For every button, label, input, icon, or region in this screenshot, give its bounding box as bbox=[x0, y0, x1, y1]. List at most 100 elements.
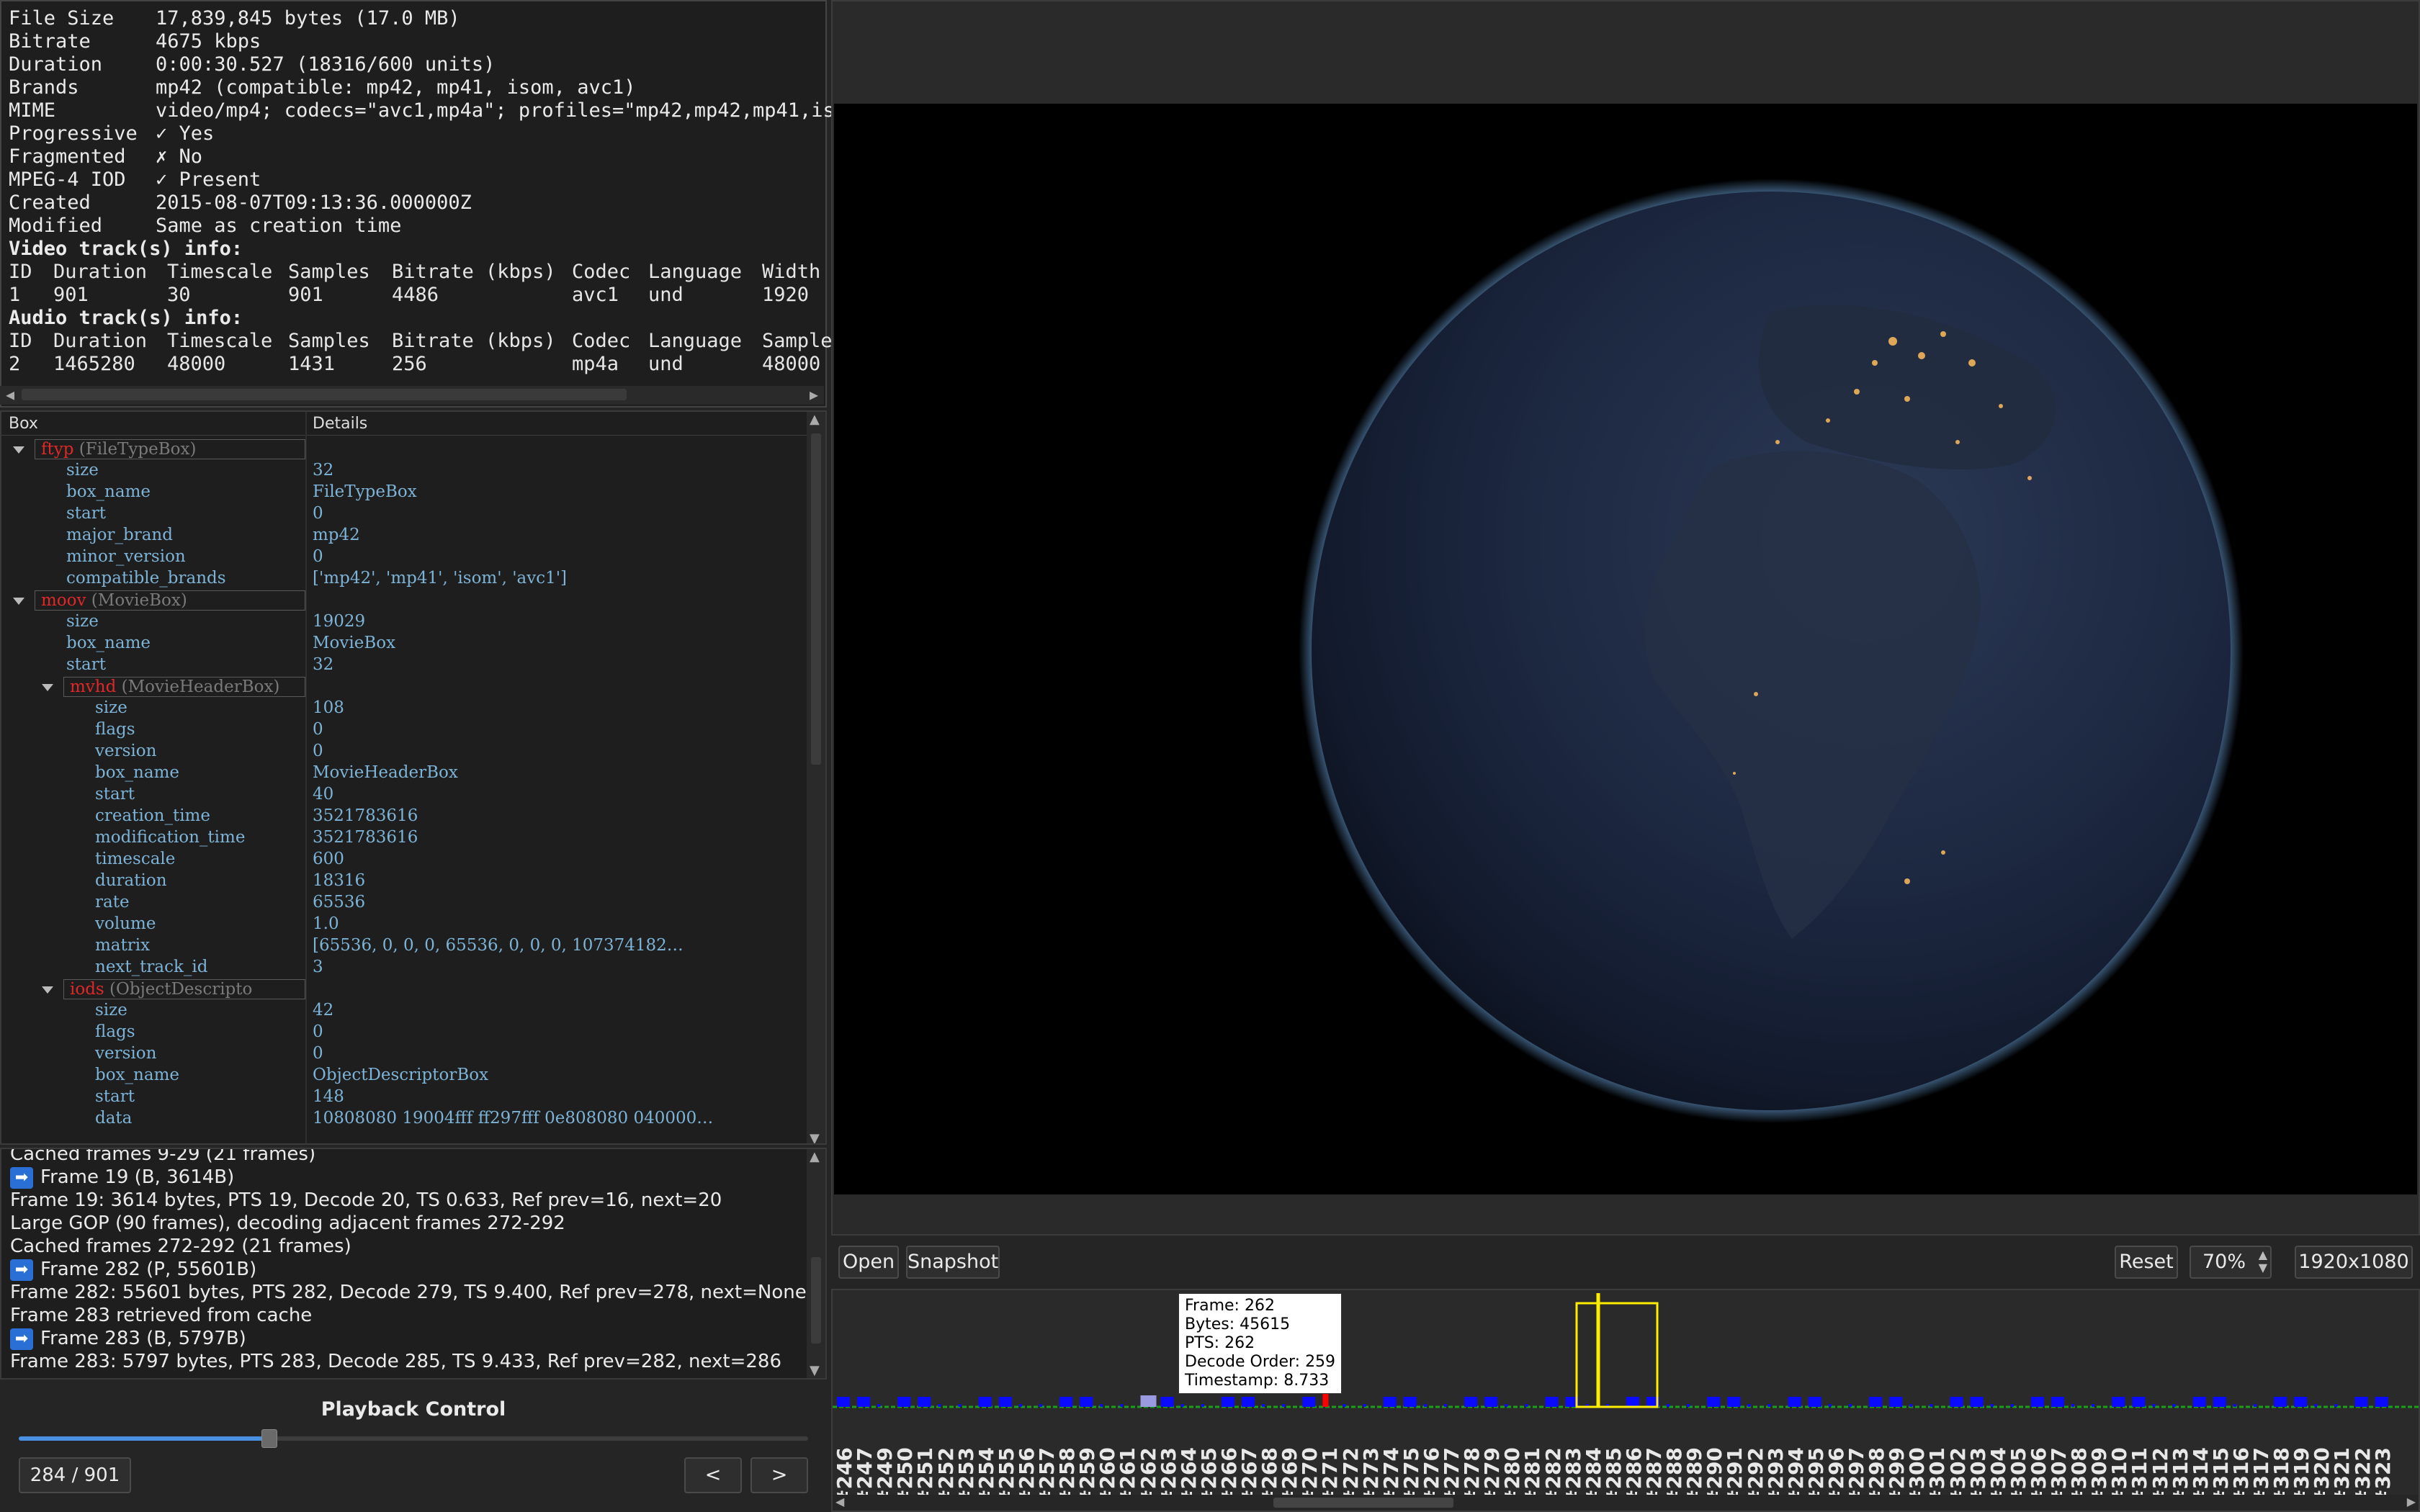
frame-bar[interactable] bbox=[2092, 1404, 2095, 1407]
expand-toggle-icon[interactable] bbox=[42, 684, 53, 691]
property-value[interactable]: 42 bbox=[313, 1001, 333, 1022]
property-name[interactable]: box_name bbox=[66, 634, 151, 655]
frame-bar[interactable] bbox=[1687, 1404, 1690, 1407]
scrollbar-thumb[interactable] bbox=[811, 433, 821, 765]
property-value[interactable]: 32 bbox=[313, 461, 333, 482]
scroll-up-icon[interactable]: ▲ bbox=[810, 412, 820, 427]
frame-bar[interactable] bbox=[1363, 1404, 1366, 1407]
property-value[interactable]: ['mp42', 'mp41', 'isom', 'avc1'] bbox=[313, 569, 567, 590]
expand-toggle-icon[interactable] bbox=[13, 446, 24, 454]
frame-bar[interactable] bbox=[1788, 1397, 1801, 1407]
frame-bar[interactable] bbox=[1059, 1397, 1073, 1407]
frame-bar[interactable] bbox=[978, 1397, 992, 1407]
column-header-details[interactable]: Details bbox=[313, 415, 367, 433]
timeline-horizontal-scrollbar[interactable]: ◀ ▶ bbox=[833, 1495, 2419, 1511]
property-value[interactable]: 3521783616 bbox=[313, 806, 418, 828]
frame-bar[interactable] bbox=[1909, 1404, 1913, 1407]
video-viewport[interactable] bbox=[831, 0, 2420, 1236]
reset-zoom-button[interactable]: Reset bbox=[2115, 1246, 2178, 1279]
frame-bar[interactable] bbox=[1484, 1397, 1498, 1407]
frame-bar[interactable] bbox=[918, 1397, 931, 1407]
property-value[interactable]: 10808080 19004fff ff297fff 0e808080 0400… bbox=[313, 1109, 713, 1130]
property-value[interactable]: 0 bbox=[313, 504, 323, 526]
frame-bar[interactable] bbox=[1849, 1404, 1852, 1407]
frame-bar[interactable] bbox=[1767, 1404, 1771, 1407]
property-name[interactable]: start bbox=[95, 1087, 135, 1109]
property-name[interactable]: size bbox=[66, 612, 99, 634]
property-value[interactable]: 3521783616 bbox=[313, 828, 418, 850]
property-value[interactable]: FileTypeBox bbox=[313, 482, 417, 504]
scroll-up-icon[interactable]: ▲ bbox=[810, 1149, 820, 1164]
box-node-ftyp[interactable]: ftyp (FileTypeBox) bbox=[35, 439, 305, 459]
frame-bar[interactable] bbox=[2254, 1404, 2257, 1407]
property-value[interactable]: [65536, 0, 0, 0, 65536, 0, 0, 0, 1073741… bbox=[313, 936, 684, 958]
property-value[interactable]: 65536 bbox=[313, 893, 365, 914]
frame-bar[interactable] bbox=[1707, 1397, 1721, 1407]
property-name[interactable]: box_name bbox=[95, 1066, 179, 1087]
frame-bar[interactable] bbox=[1950, 1397, 1963, 1407]
frame-bar[interactable] bbox=[2010, 1404, 2014, 1407]
frame-bar[interactable] bbox=[1930, 1404, 1933, 1407]
property-name[interactable]: flags bbox=[95, 720, 135, 742]
frame-bar[interactable] bbox=[1444, 1404, 1447, 1407]
tree-vertical-scrollbar[interactable]: ▲ ▼ bbox=[807, 412, 825, 1143]
property-name[interactable]: modification_time bbox=[95, 828, 245, 850]
property-value[interactable]: MovieBox bbox=[313, 634, 395, 655]
property-value[interactable]: 32 bbox=[313, 655, 333, 677]
prev-frame-button[interactable]: < bbox=[684, 1457, 742, 1493]
zoom-spinbox[interactable]: 70% ▲ ▼ bbox=[2190, 1246, 2272, 1279]
property-value[interactable]: 0 bbox=[313, 1022, 323, 1044]
frame-bar[interactable] bbox=[1667, 1404, 1670, 1407]
frame-bar[interactable] bbox=[837, 1397, 850, 1407]
frame-size-bars[interactable] bbox=[833, 1290, 2419, 1413]
frame-bar[interactable] bbox=[1242, 1397, 1255, 1407]
scroll-right-icon[interactable]: ▶ bbox=[810, 386, 818, 403]
frame-bar[interactable] bbox=[1869, 1397, 1883, 1407]
next-frame-button[interactable]: > bbox=[750, 1457, 808, 1493]
property-value[interactable]: 18316 bbox=[313, 871, 365, 893]
frame-bar[interactable] bbox=[1808, 1397, 1821, 1407]
property-value[interactable]: 0 bbox=[313, 547, 323, 569]
frame-bar[interactable] bbox=[1160, 1397, 1174, 1407]
scroll-left-icon[interactable]: ◀ bbox=[835, 1495, 844, 1508]
frame-bar[interactable] bbox=[2375, 1397, 2388, 1407]
frame-bar[interactable] bbox=[1302, 1397, 1316, 1407]
frame-bar[interactable] bbox=[1120, 1404, 1124, 1407]
property-name[interactable]: data bbox=[95, 1109, 132, 1130]
frame-bar[interactable] bbox=[1505, 1404, 1508, 1407]
scroll-down-icon[interactable]: ▼ bbox=[810, 1131, 820, 1143]
expand-toggle-icon[interactable] bbox=[13, 598, 24, 605]
property-name[interactable]: start bbox=[66, 504, 106, 526]
frame-bar[interactable] bbox=[2030, 1397, 2044, 1407]
property-value[interactable]: 1.0 bbox=[313, 914, 339, 936]
frame-bar[interactable] bbox=[1039, 1404, 1042, 1407]
frame-bar[interactable] bbox=[2152, 1404, 2156, 1407]
frame-bar[interactable] bbox=[1990, 1404, 1994, 1407]
box-node-iods[interactable]: iods (ObjectDescripto bbox=[63, 979, 305, 999]
frame-bar[interactable] bbox=[1282, 1404, 1286, 1407]
frame-bar[interactable] bbox=[1201, 1404, 1204, 1407]
property-name[interactable]: start bbox=[66, 655, 106, 677]
property-value[interactable]: 0 bbox=[313, 720, 323, 742]
frame-bar[interactable] bbox=[2354, 1397, 2368, 1407]
property-value[interactable]: 19029 bbox=[313, 612, 365, 634]
frame-bar[interactable] bbox=[1262, 1404, 1265, 1407]
frame-bar[interactable] bbox=[2294, 1397, 2308, 1407]
frame-bar[interactable] bbox=[1747, 1404, 1751, 1407]
property-value[interactable]: mp42 bbox=[313, 526, 360, 547]
playback-slider[interactable] bbox=[19, 1429, 808, 1448]
property-value[interactable]: 148 bbox=[313, 1087, 344, 1109]
property-name[interactable]: size bbox=[95, 698, 127, 720]
property-name[interactable]: box_name bbox=[66, 482, 151, 504]
frame-bar[interactable] bbox=[1383, 1397, 1397, 1407]
scrollbar-thumb[interactable] bbox=[1273, 1498, 1453, 1508]
frame-bar[interactable] bbox=[2172, 1404, 2176, 1407]
property-name[interactable]: creation_time bbox=[95, 806, 210, 828]
frame-bar[interactable] bbox=[877, 1404, 881, 1407]
scroll-left-icon[interactable]: ◀ bbox=[6, 386, 14, 403]
frame-bar[interactable] bbox=[2071, 1404, 2075, 1407]
frame-bar[interactable] bbox=[857, 1397, 871, 1407]
frame-bar[interactable] bbox=[1889, 1397, 1903, 1407]
box-node-mvhd[interactable]: mvhd (MovieHeaderBox) bbox=[63, 677, 305, 697]
frame-bar[interactable] bbox=[2051, 1397, 2064, 1407]
